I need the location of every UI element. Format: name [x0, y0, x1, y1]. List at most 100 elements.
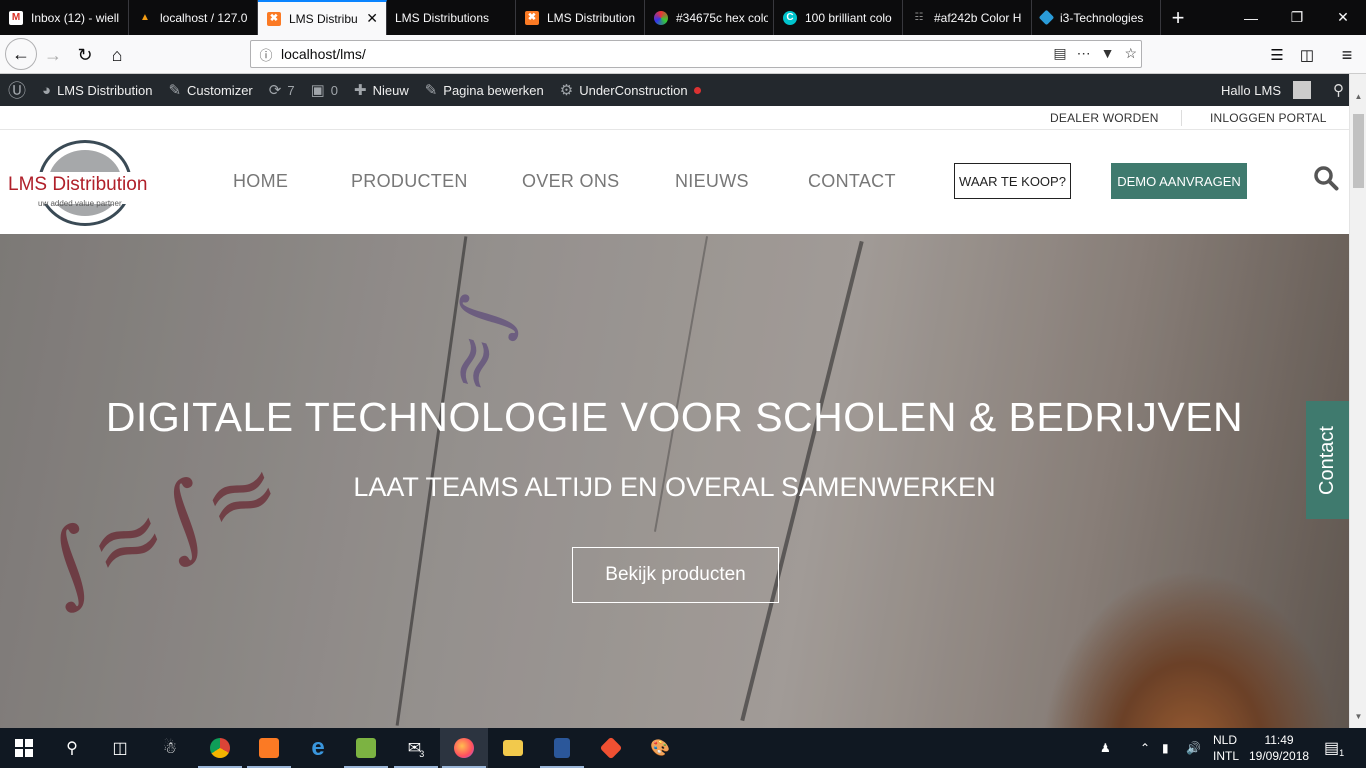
wp-new-link[interactable]: ✚ Nieuw [346, 74, 417, 106]
request-demo-button[interactable]: DEMO AANVRAGEN [1111, 163, 1247, 199]
where-to-buy-button[interactable]: WAAR TE KOOP? [954, 163, 1071, 199]
chrome-icon[interactable] [196, 728, 244, 768]
nav-over-ons[interactable]: OVER ONS [522, 171, 619, 192]
reader-view-icon[interactable]: ▤ [1053, 45, 1066, 62]
forward-button[interactable]: → [38, 40, 68, 70]
nav-contact[interactable]: CONTACT [808, 171, 896, 192]
notification-center-icon[interactable]: ▤ 1 [1324, 728, 1344, 768]
comment-icon: ▣ [310, 82, 325, 99]
wp-customizer-link[interactable]: ✎ Customizer [160, 74, 260, 106]
tab-title: #34675c hex colo [676, 10, 768, 25]
close-tab-icon[interactable]: ✕ [366, 10, 378, 27]
plus-icon: ✚ [354, 82, 367, 99]
wp-under-construction-link[interactable]: ⚙ UnderConstruction [552, 74, 709, 106]
logo-name: LMS Distribution [8, 174, 148, 195]
app-icon[interactable]: ☃ [146, 728, 194, 768]
search-icon[interactable] [1313, 165, 1339, 191]
language-indicator[interactable]: NLD INTL [1213, 732, 1239, 764]
people-icon[interactable]: ♟ [1100, 728, 1111, 768]
gear-icon: ⚙ [559, 82, 574, 99]
notepad-icon[interactable] [342, 728, 390, 768]
bookmark-star-icon[interactable]: ☆ [1124, 45, 1137, 62]
new-tab-button[interactable]: + [1161, 0, 1195, 35]
xampp-icon: ✖ [267, 11, 281, 26]
wp-updates-link[interactable]: ⟳ 7 [261, 74, 303, 106]
gmail-icon: M [9, 10, 23, 25]
wp-comments-count: 0 [330, 82, 338, 98]
battery-icon[interactable]: ▮ [1162, 728, 1169, 768]
paint-icon[interactable]: 🎨 [636, 728, 684, 768]
sidebar-icon[interactable]: ◫ [1292, 40, 1322, 70]
page-scrollbar[interactable]: ▲ ▼ [1349, 74, 1366, 728]
tab-title: #af242b Color H [934, 10, 1022, 25]
edge-icon[interactable]: e [294, 728, 342, 768]
tab-title: LMS Distribu [289, 11, 358, 26]
wp-updates-count: 7 [287, 82, 295, 98]
clock[interactable]: 11:49 19/09/2018 [1249, 732, 1309, 764]
tray-chevron-icon[interactable]: ⌃ [1140, 728, 1150, 768]
volume-icon[interactable]: 🔊 [1186, 728, 1201, 768]
browser-tab[interactable]: LMS Distributions [387, 0, 516, 35]
restore-window-icon[interactable]: ❐ [1274, 0, 1320, 35]
more-actions-icon[interactable]: ⋯ [1077, 45, 1091, 62]
scroll-up-icon[interactable]: ▲ [1350, 92, 1366, 106]
browser-tab[interactable]: C 100 brilliant colo [774, 0, 903, 35]
back-button[interactable]: ← [5, 38, 37, 70]
browser-navbar: ← → ↻ ⌂ ⓘ localhost/lms/ ▤ ⋯ ▼ ☆ ☰ ◫ ≡ [0, 35, 1366, 74]
nav-home[interactable]: HOME [233, 171, 288, 192]
wp-site-link[interactable]: ◕ LMS Distribution [34, 74, 160, 106]
tab-title: i3-Technologies [1060, 10, 1144, 25]
wp-customizer-label: Customizer [187, 82, 253, 98]
xampp-icon[interactable] [245, 728, 293, 768]
site-logo[interactable]: LMS Distribution uw added value partner [8, 138, 168, 228]
home-button[interactable]: ⌂ [102, 40, 132, 70]
windows-taskbar: ⚲ ◫ ☃ e ✉ 3 🎨 ♟ ⌃ ▮ 🔊 NLD INTL 11:49 19/0… [0, 728, 1366, 768]
browser-tab[interactable]: ✖ LMS Distribution [516, 0, 645, 35]
dealer-link[interactable]: DEALER WORDEN [1050, 111, 1159, 125]
minimize-window-icon[interactable]: — [1228, 0, 1274, 35]
url-bar[interactable]: ⓘ localhost/lms/ ▤ ⋯ ▼ ☆ [250, 40, 1142, 68]
keyboard-layout: INTL [1213, 749, 1240, 763]
browser-tab[interactable]: #34675c hex colo [645, 0, 774, 35]
wp-edit-page-link[interactable]: ✎ Pagina bewerken [417, 74, 552, 106]
pocket-icon[interactable]: ▼ [1101, 45, 1115, 62]
pencil-icon: ✎ [424, 82, 438, 99]
wordpress-icon[interactable]: Ⓤ [0, 74, 34, 106]
canva-icon: C [783, 10, 797, 25]
browser-tab[interactable]: ▲ localhost / 127.0 [129, 0, 258, 35]
wp-comments-link[interactable]: ▣ 0 [303, 74, 346, 106]
git-icon[interactable] [587, 728, 635, 768]
info-icon[interactable]: ⓘ [251, 45, 281, 64]
library-icon[interactable]: ☰ [1262, 40, 1292, 70]
file-explorer-icon[interactable] [489, 728, 537, 768]
task-view-icon[interactable]: ◫ [96, 728, 144, 768]
scroll-thumb[interactable] [1353, 114, 1364, 188]
wp-account-menu[interactable]: Hallo LMS [1213, 74, 1325, 106]
updates-icon: ⟳ [268, 82, 282, 99]
browser-tab-strip: M Inbox (12) - wiell ▲ localhost / 127.0… [0, 0, 1366, 35]
firefox-icon[interactable] [440, 728, 488, 768]
view-products-button[interactable]: Bekijk producten [572, 547, 779, 603]
mail-icon[interactable]: ✉ 3 [392, 728, 440, 768]
reload-button[interactable]: ↻ [70, 40, 100, 70]
wp-under-construction-label: UnderConstruction [579, 82, 688, 98]
status-dot [693, 86, 701, 94]
browser-tab[interactable]: M Inbox (12) - wiell [0, 0, 129, 35]
document-icon[interactable] [538, 728, 586, 768]
language-code: NLD [1213, 733, 1238, 747]
close-window-icon[interactable]: ✕ [1320, 0, 1366, 35]
wp-edit-label: Pagina bewerken [443, 82, 544, 98]
tab-title: 100 brilliant colo [805, 10, 892, 25]
windows-start-icon[interactable] [0, 728, 48, 768]
browser-tab[interactable]: i3-Technologies [1032, 0, 1161, 35]
menu-icon[interactable]: ≡ [1332, 40, 1362, 70]
portal-login-link[interactable]: INLOGGEN PORTAL [1210, 111, 1327, 125]
search-icon[interactable]: ⚲ [48, 728, 96, 768]
browser-tab[interactable]: ☷ #af242b Color H [903, 0, 1032, 35]
nav-nieuws[interactable]: NIEUWS [675, 171, 749, 192]
scroll-down-icon[interactable]: ▼ [1350, 712, 1366, 726]
tab-title: localhost / 127.0 [160, 10, 248, 25]
contact-side-tab[interactable]: Contact [1306, 401, 1349, 519]
browser-tab-active[interactable]: ✖ LMS Distribu ✕ [258, 0, 387, 35]
nav-producten[interactable]: PRODUCTEN [351, 171, 468, 192]
